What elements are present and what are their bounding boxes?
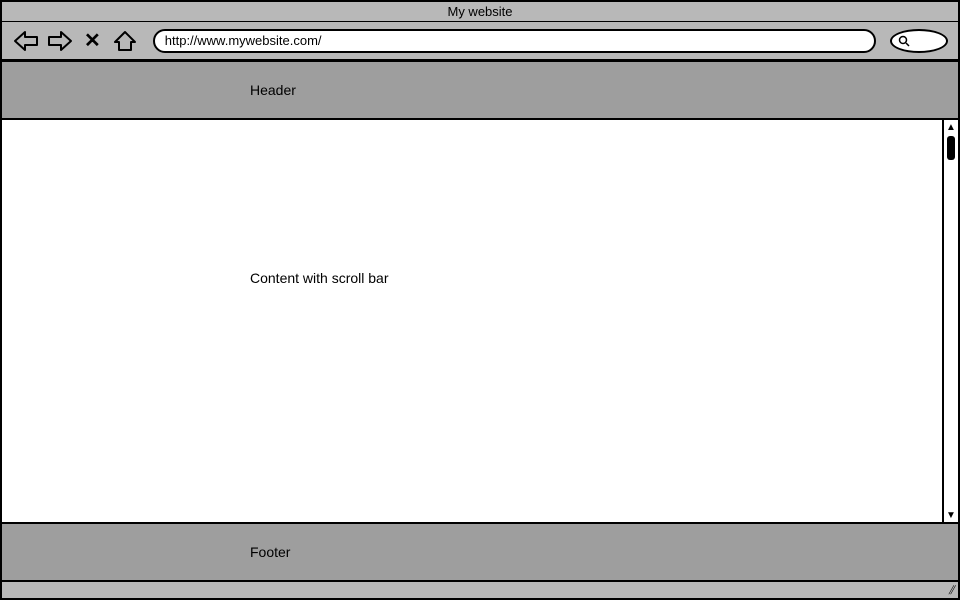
forward-button[interactable] [46, 29, 74, 53]
browser-window: My website ✕ He [0, 0, 960, 600]
page-content: Content with scroll bar [2, 120, 942, 522]
resize-grip-icon[interactable]: ⫽ [949, 583, 952, 598]
back-button[interactable] [12, 29, 40, 53]
scroll-thumb[interactable] [947, 136, 955, 160]
arrow-right-icon [47, 30, 73, 52]
scroll-up-button[interactable]: ▲ [944, 120, 958, 134]
status-bar: ⫽ [2, 582, 958, 598]
search-icon [898, 35, 910, 47]
stop-button[interactable]: ✕ [80, 28, 105, 53]
triangle-down-icon: ▼ [946, 510, 956, 521]
browser-toolbar: ✕ [2, 22, 958, 61]
header-label: Header [250, 82, 296, 98]
home-button[interactable] [111, 29, 139, 53]
page-header: Header [2, 62, 958, 120]
arrow-left-icon [13, 30, 39, 52]
search-box[interactable] [890, 29, 948, 53]
home-icon [112, 30, 138, 52]
window-title: My website [2, 2, 958, 22]
scroll-down-button[interactable]: ▼ [944, 508, 958, 522]
x-icon: ✕ [84, 30, 101, 52]
content-wrapper: Content with scroll bar ▲ ▼ [2, 120, 958, 524]
triangle-up-icon: ▲ [946, 122, 956, 133]
footer-label: Footer [250, 544, 290, 560]
vertical-scrollbar[interactable]: ▲ ▼ [942, 120, 958, 522]
content-label: Content with scroll bar [250, 270, 389, 286]
page-area: Header Content with scroll bar ▲ ▼ Foote… [2, 61, 958, 598]
page-footer: Footer [2, 524, 958, 582]
url-input[interactable] [153, 29, 876, 53]
